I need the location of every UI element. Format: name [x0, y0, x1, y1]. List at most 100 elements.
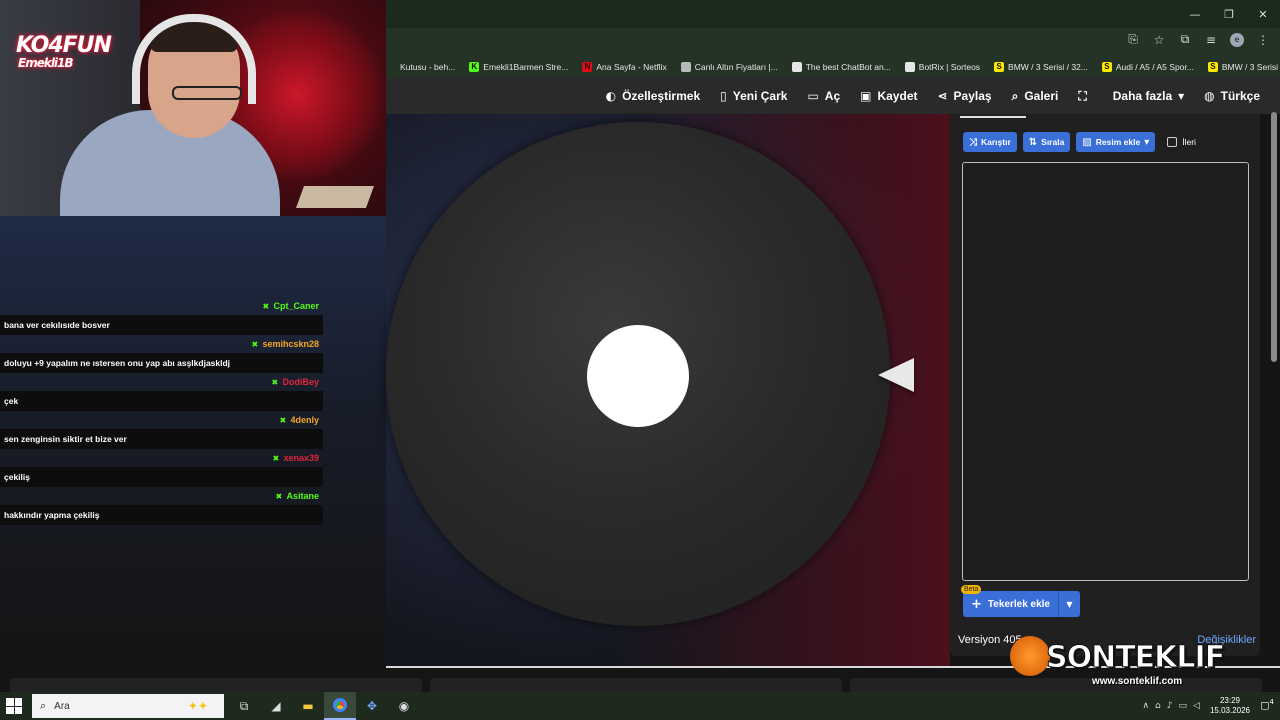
bookmark-item[interactable]: The best ChatBot an...: [791, 62, 891, 72]
entries-textarea[interactable]: [962, 162, 1249, 581]
bookmark-item[interactable]: SBMW / 3 Serisi / 32...: [994, 62, 1088, 72]
chat-user-row: ✖ DodiBey: [0, 373, 323, 391]
extensions-icon[interactable]: ⧉: [1178, 32, 1192, 47]
minimize-button[interactable]: —: [1178, 0, 1212, 28]
bookmark-favicon-icon: [680, 62, 691, 72]
shuffle-button[interactable]: ⤨ Karıştır: [963, 132, 1017, 152]
kick-icon: ✖: [271, 377, 279, 387]
bookmark-item[interactable]: N Ana Sayfa - Netflix: [582, 62, 667, 72]
bookmark-favicon-icon: S: [1207, 62, 1218, 72]
kick-icon: ✖: [279, 415, 287, 425]
nav-item[interactable]: ⌕ Galeri: [1012, 89, 1059, 104]
kick-icon: ✖: [272, 453, 280, 463]
tray-chevron-icon[interactable]: ∧: [1142, 701, 1149, 711]
nav-item[interactable]: ◐ Özelleştirmek: [606, 89, 701, 103]
bookmark-favicon-icon: K: [469, 62, 480, 72]
shuffle-label: Karıştır: [981, 137, 1011, 147]
kick-icon: ✖: [262, 301, 270, 311]
sort-button[interactable]: ⇅ Sırala: [1022, 132, 1071, 152]
kick-icon: ✖: [275, 491, 283, 501]
notifications-icon[interactable]: ▢4: [1260, 698, 1274, 711]
nav-label: Özelleştirmek: [622, 89, 701, 103]
bookmark-favicon-icon: [386, 62, 396, 72]
wheel-center[interactable]: [587, 325, 689, 427]
beta-badge: Beta: [961, 585, 982, 594]
app-navbar: ◐ Özelleştirmek ▯ Yeni Çark ▭ Aç ▣ Kaydet ⋖ Payla…: [386, 78, 1280, 114]
nav-item[interactable]: ▯ Yeni Çark: [720, 89, 787, 103]
restore-button[interactable]: ❐: [1212, 0, 1246, 28]
bookmark-label: BMW / 3 Serisi / 32...: [1008, 62, 1088, 72]
bookmark-star-icon[interactable]: ☆: [1152, 33, 1166, 47]
add-image-label: Resim ekle: [1095, 137, 1141, 147]
sponsor-name: SONTEKLIF: [1045, 640, 1225, 676]
media-control-icon[interactable]: ≡: [1204, 33, 1218, 47]
bookmark-item[interactable]: SBMW / 3 Serisi / 32...: [1207, 62, 1280, 72]
obs-icon[interactable]: ◉: [388, 692, 420, 720]
spin-wheel[interactable]: [386, 122, 890, 626]
volume-icon[interactable]: ◁: [1193, 701, 1200, 711]
browser-menu-icon[interactable]: ⋮: [1256, 33, 1270, 47]
chevron-down-icon: ▾: [1144, 136, 1150, 148]
bookmark-item[interactable]: Canlı Altın Fiyatları |...: [680, 62, 778, 72]
clock[interactable]: 23:29 15.03.2026: [1210, 696, 1250, 716]
entries-toolbar: ⤨ Karıştır ⇅ Sırala ▨ Resim ekle ▾ İleri: [963, 132, 1196, 152]
sparkle-icon: ✦✦: [187, 699, 208, 713]
nav-item[interactable]: ◍ Türkçe: [1204, 89, 1260, 103]
bookmark-item[interactable]: Kutusu - beh...: [386, 62, 455, 72]
profile-avatar[interactable]: e: [1230, 32, 1244, 47]
taskbar-search[interactable]: ⌕ ✦✦: [32, 694, 224, 718]
checkbox-box[interactable]: [1167, 137, 1178, 147]
windows-start-icon[interactable]: [6, 698, 22, 714]
fullscreen-icon: ⛶: [1078, 88, 1087, 103]
add-wheel-button[interactable]: + Tekerlek ekle: [963, 591, 1058, 617]
chat-user-row: ✖ 4denly: [0, 411, 323, 429]
add-image-button[interactable]: ▨ Resim ekle ▾: [1076, 132, 1156, 152]
wheel-area: [386, 114, 950, 668]
bookmark-favicon-icon: S: [1101, 62, 1112, 72]
translate-icon[interactable]: ⎘: [1126, 32, 1140, 47]
globe-icon: ◍: [1204, 89, 1215, 103]
advanced-checkbox[interactable]: İleri: [1167, 137, 1196, 147]
preview-card: [430, 678, 842, 692]
chat-message: ✖ semihcskn28 doluyu +9 yapalım ne ısterse…: [0, 335, 323, 373]
bookmark-label: BMW / 3 Serisi / 32...: [1221, 62, 1280, 72]
nav-item[interactable]: ⛶: [1078, 89, 1092, 104]
add-wheel-dropdown[interactable]: ▼: [1058, 591, 1080, 617]
sponsor-logo: SONTEKLIF www.sonteklif.com: [1010, 636, 1250, 690]
chat-user-row: ✖ xenax39: [0, 449, 323, 467]
nav-item[interactable]: ▭ Aç: [807, 89, 840, 103]
nav-item[interactable]: ⋖ Paylaş: [937, 89, 991, 103]
file-icon: ▯: [720, 89, 727, 103]
network-icon[interactable]: ▭: [1179, 701, 1188, 711]
webcam-overlay: KO4FUN Emekli1B: [0, 0, 386, 216]
search-input[interactable]: [54, 700, 165, 712]
sort-icon: ⇅: [1028, 136, 1038, 148]
nav-label: Paylaş: [953, 89, 992, 103]
time: 23:29: [1219, 696, 1240, 705]
chat-text: bana ver cekılısıde bosver: [0, 315, 323, 335]
task-view-icon[interactable]: ⧉: [228, 692, 260, 720]
bookmark-item[interactable]: S Audi / A5 / A5 Spor...: [1101, 62, 1194, 72]
nav-item[interactable]: Daha fazla ▾: [1113, 89, 1184, 103]
chrome-icon[interactable]: [324, 692, 356, 720]
sort-label: Sırala: [1041, 137, 1065, 147]
nav-item[interactable]: ▣ Kaydet: [860, 89, 917, 103]
chat-user-row: ✖ semihcskn28: [0, 335, 323, 353]
logo-bottom: Emekli1B: [18, 56, 74, 70]
close-button[interactable]: ✕: [1246, 0, 1280, 28]
chat-username: 4denly: [290, 415, 319, 425]
file-explorer-icon[interactable]: ▬: [292, 692, 324, 720]
bookmark-item[interactable]: K Emekli1Barmen Stre...: [469, 62, 568, 72]
chat-user-row: ✖ Cpt_Caner: [0, 297, 323, 315]
page-scrollbar[interactable]: [1270, 98, 1278, 658]
microphone-icon[interactable]: ♪: [1167, 701, 1173, 711]
app-icon[interactable]: ◢: [260, 692, 292, 720]
network-app-icon[interactable]: ✥: [356, 692, 388, 720]
image-icon: ▨: [1082, 136, 1092, 148]
chat-username: semihcskn28: [262, 339, 319, 349]
scroll-thumb[interactable]: [1271, 112, 1277, 362]
bookmark-item[interactable]: BotRix | Sorteos: [904, 62, 980, 72]
nav-label: Kaydet: [877, 89, 918, 103]
tray-app-icon[interactable]: ⌂: [1155, 701, 1161, 711]
logo-top: KO4FUN: [16, 33, 112, 58]
